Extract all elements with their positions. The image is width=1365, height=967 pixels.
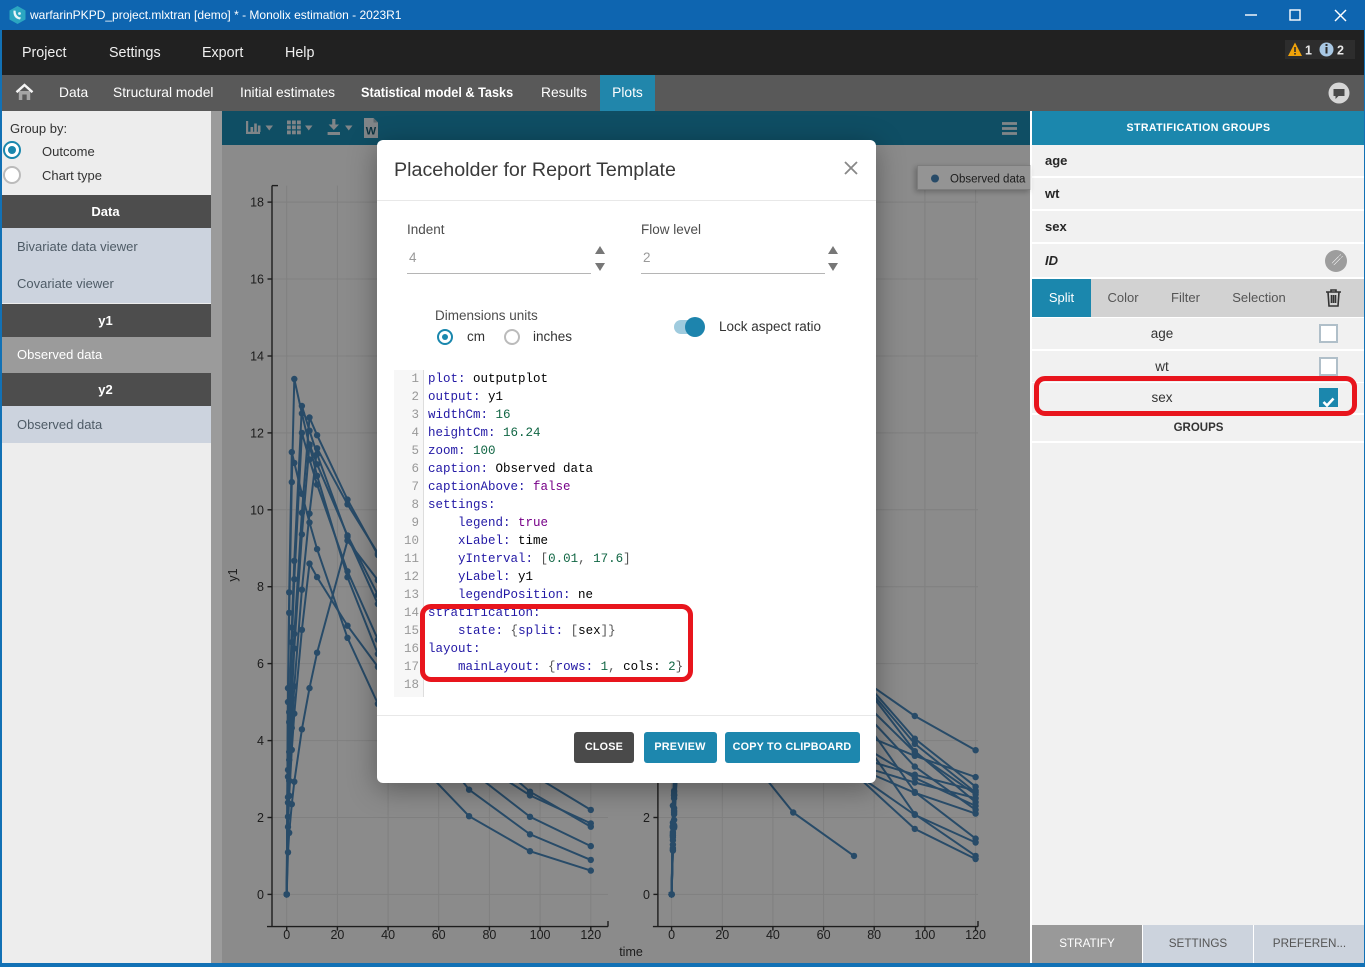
svg-text:2: 2 [1337,44,1344,58]
svg-text:1: 1 [1305,44,1312,58]
